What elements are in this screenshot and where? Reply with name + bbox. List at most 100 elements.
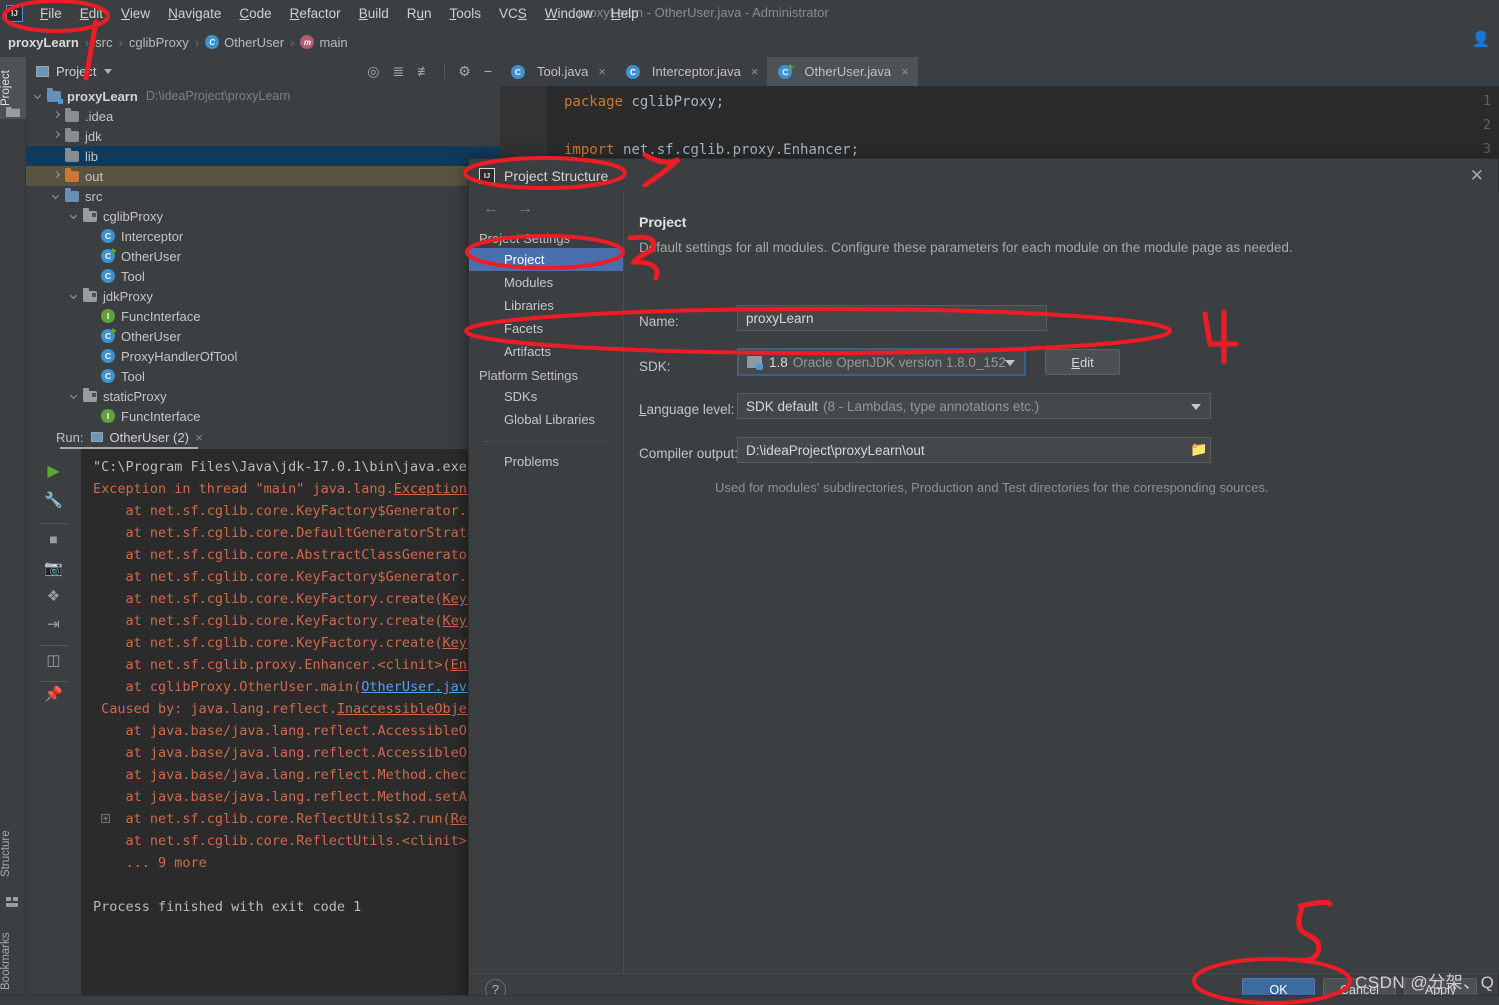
sidebar-item-global-libraries[interactable]: Global Libraries — [469, 408, 623, 431]
editor-tab-tooljava[interactable]: C Tool.java × — [500, 57, 615, 86]
chevron-down-icon[interactable] — [70, 291, 80, 301]
rerun-icon[interactable]: ▶ — [26, 461, 81, 481]
language-level-combo[interactable]: SDK default (8 - Lambdas, type annotatio… — [737, 393, 1211, 419]
chevron-down-icon[interactable] — [1191, 404, 1201, 410]
sidebar-item-project[interactable]: Project — [469, 248, 623, 271]
tree-node-interceptor[interactable]: C Interceptor — [26, 226, 500, 246]
menu-help[interactable]: Help — [602, 2, 648, 25]
menu-tools[interactable]: Tools — [441, 2, 491, 25]
console-line: at net.sf.cglib.proxy.Enhancer.<clinit>(… — [93, 657, 476, 673]
stop-icon[interactable]: ■ — [26, 531, 81, 547]
chevron-down-icon[interactable] — [52, 191, 62, 201]
breadcrumb-item-package[interactable]: cglibProxy — [129, 35, 189, 50]
breadcrumb-item-class[interactable]: C OtherUser — [205, 35, 284, 50]
tree-node-otheruser[interactable]: C OtherUser — [26, 246, 500, 266]
chevron-right-icon[interactable] — [52, 171, 62, 181]
menu-run[interactable]: Run — [398, 2, 441, 25]
chevron-right-icon[interactable] — [52, 131, 62, 141]
back-arrow-icon[interactable]: ← — [483, 200, 499, 218]
close-icon[interactable]: ✕ — [1470, 166, 1484, 186]
browse-folder-icon[interactable]: 📁 — [1190, 441, 1207, 458]
chevron-down-icon[interactable] — [104, 69, 113, 74]
breadcrumb-separator: › — [118, 34, 123, 50]
tree-node-proxyhandleroftool[interactable]: C ProxyHandlerOfTool — [26, 346, 500, 366]
menu-file[interactable]: File — [31, 2, 71, 25]
sidebar-item-structure[interactable]: Structure — [0, 817, 26, 891]
tree-node-tool[interactable]: C Tool — [26, 266, 500, 286]
tree-node-staticproxy[interactable]: staticProxy — [26, 386, 500, 406]
run-configuration-tab[interactable]: OtherUser (2) × — [91, 430, 203, 445]
edit-sdk-button[interactable]: Edit — [1045, 349, 1120, 375]
camera-icon[interactable]: 📷 — [26, 559, 81, 577]
sidebar-item-bookmarks[interactable]: Bookmarks — [0, 919, 26, 1003]
editor-tab-bar[interactable]: C Tool.java × C Interceptor.java × C OtherUser.… — [500, 57, 1499, 86]
gear-icon[interactable]: ⚙ — [458, 63, 471, 79]
tree-node-tool[interactable]: C Tool — [26, 366, 500, 386]
breadcrumb-item-method[interactable]: m main — [300, 35, 348, 50]
forward-arrow-icon[interactable]: → — [517, 200, 533, 218]
sidebar-item-modules[interactable]: Modules — [469, 271, 623, 294]
close-icon[interactable]: × — [901, 64, 909, 79]
code-keyword: package — [564, 94, 632, 110]
chevron-right-icon[interactable] — [52, 111, 62, 121]
fold-expand-icon[interactable]: + — [101, 814, 110, 823]
tree-node-label: lib — [85, 148, 99, 164]
console-link[interactable]: InaccessibleObject — [337, 701, 483, 717]
close-icon[interactable]: × — [195, 430, 203, 445]
breadcrumb-item-project[interactable]: proxyLearn — [8, 35, 79, 50]
console-output[interactable]: "C:\Program Files\Java\jdk-17.0.1\bin\ja… — [81, 449, 500, 995]
tree-node-funcinterface[interactable]: I FuncInterface — [26, 406, 500, 423]
menu-edit[interactable]: Edit — [71, 2, 112, 25]
account-icon[interactable]: 👤 — [1471, 30, 1491, 48]
sidebar-item-artifacts[interactable]: Artifacts — [469, 340, 623, 363]
editor-tab-interceptorjava[interactable]: C Interceptor.java × — [614, 57, 768, 86]
sidebar-item-libraries[interactable]: Libraries — [469, 294, 623, 317]
tree-node-jdk[interactable]: jdk — [26, 126, 500, 146]
tree-node-cglibproxy[interactable]: cglibProxy — [26, 206, 500, 226]
export-icon[interactable]: ⇥ — [26, 615, 81, 633]
expand-all-icon[interactable]: ≣ — [393, 63, 405, 79]
console-link[interactable]: OtherUser.java — [361, 679, 475, 695]
close-icon[interactable]: × — [598, 64, 606, 79]
layout-icon[interactable]: ◫ — [26, 651, 81, 669]
sidebar-item-facets[interactable]: Facets — [469, 317, 623, 340]
project-tree[interactable]: proxyLearn D:\ideaProject\proxyLearn .idea… — [26, 86, 500, 423]
menu-vcs[interactable]: VCS — [490, 2, 536, 25]
tree-node-src[interactable]: src — [26, 186, 500, 206]
breadcrumb-item-src[interactable]: src — [95, 35, 112, 50]
name-label: Name: — [639, 314, 679, 329]
thread-dump-icon[interactable]: ❖ — [26, 587, 81, 605]
name-input[interactable]: proxyLearn — [737, 305, 1047, 331]
menu-refactor[interactable]: Refactor — [281, 2, 350, 25]
tree-node-idea[interactable]: .idea — [26, 106, 500, 126]
sidebar-item-sdks[interactable]: SDKs — [469, 385, 623, 408]
collapse-all-icon[interactable]: ≢ — [417, 63, 431, 79]
minimize-icon[interactable]: − — [484, 63, 492, 79]
menu-view[interactable]: View — [112, 2, 159, 25]
class-icon: C — [205, 35, 220, 49]
menu-window[interactable]: Window — [536, 2, 602, 25]
pin-icon[interactable]: 📌 — [26, 685, 81, 703]
menu-code[interactable]: Code — [230, 2, 280, 25]
compiler-output-input[interactable]: D:\ideaProject\proxyLearn\out — [737, 437, 1211, 463]
locate-icon[interactable]: ◎ — [367, 63, 379, 79]
tree-node-otheruser[interactable]: C OtherUser — [26, 326, 500, 346]
tree-node-proxylearn[interactable]: proxyLearn D:\ideaProject\proxyLearn — [26, 86, 500, 106]
sidebar-item-problems[interactable]: Problems — [469, 450, 623, 473]
console-link[interactable]: ExceptionI — [394, 481, 475, 497]
editor-tab-otheruserjava[interactable]: C OtherUser.java × — [767, 57, 918, 86]
menu-build[interactable]: Build — [350, 2, 398, 25]
tree-node-jdkproxy[interactable]: jdkProxy — [26, 286, 500, 306]
tree-node-lib[interactable]: lib — [26, 146, 500, 166]
chevron-down-icon[interactable] — [34, 91, 44, 101]
sdk-combo[interactable]: 1.8 Oracle OpenJDK version 1.8.0_152 — [737, 348, 1026, 376]
menu-navigate[interactable]: Navigate — [159, 2, 230, 25]
chevron-down-icon[interactable] — [1005, 360, 1015, 366]
tree-node-funcinterface[interactable]: I FuncInterface — [26, 306, 500, 326]
tree-node-out[interactable]: out — [26, 166, 500, 186]
chevron-down-icon[interactable] — [70, 211, 80, 221]
wrench-icon[interactable]: 🔧 — [26, 491, 81, 509]
chevron-down-icon[interactable] — [70, 391, 80, 401]
close-icon[interactable]: × — [751, 64, 759, 79]
